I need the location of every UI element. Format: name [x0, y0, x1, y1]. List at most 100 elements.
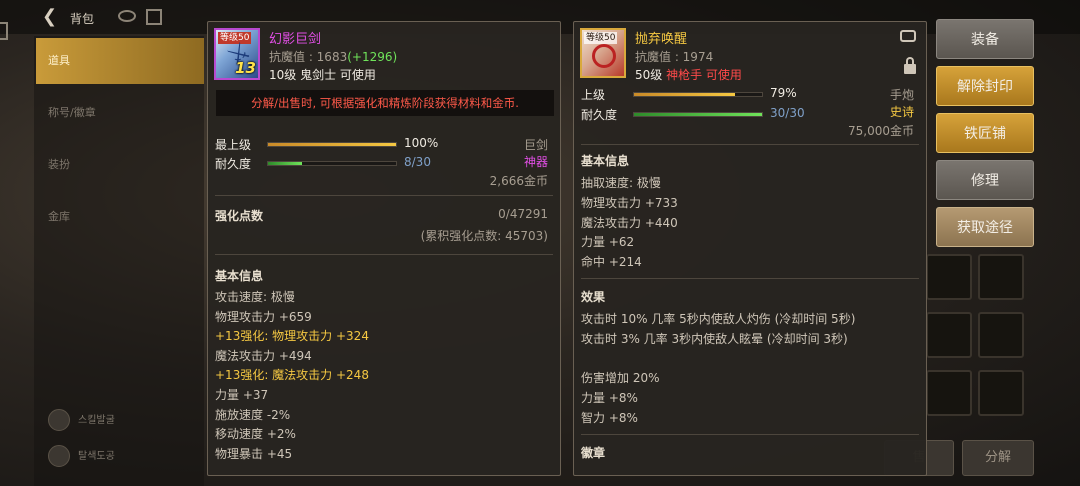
item-name: 抛弃唤醒 [635, 32, 688, 47]
effect-list: 攻击时 10% 几率 5秒内使敌人灼伤 (冷却时间 5秒) 攻击时 3% 几率 3… [581, 310, 921, 429]
sell-price: 75,000金币 [848, 124, 914, 138]
stat-list: 抽取速度: 极慢 物理攻击力 +733 魔法攻击力 +440 力量 +62 命中 +21… [581, 174, 921, 273]
stat-line: 力量 +37 [215, 387, 269, 402]
inventory-slot[interactable] [926, 254, 972, 300]
tab-titles[interactable]: 称号/徽章 [36, 90, 204, 136]
dye-button[interactable]: 탈색도공 [48, 444, 198, 470]
divider [581, 144, 919, 145]
req-class: 神枪手 可使用 [666, 68, 742, 82]
grade-label: 上级 [581, 88, 606, 102]
durability-bar-fill [268, 162, 303, 165]
skill-discover-button[interactable]: 스킬발굴 [48, 408, 198, 434]
equip-button[interactable]: 装备 [936, 19, 1034, 59]
effect-line: 智力 +8% [581, 410, 638, 425]
resist-label: 抗魔值 : 1683 [269, 50, 348, 64]
divider [215, 254, 553, 255]
divider [581, 434, 919, 435]
stat-line: 物理攻击力 +733 [581, 195, 678, 210]
stat-line: 攻击速度: 极慢 [215, 290, 295, 304]
weapon-type: 手炮 [889, 88, 914, 102]
collapse-tab[interactable] [0, 22, 8, 40]
effect-line: 攻击时 10% 几率 5秒内使敌人灼伤 (冷却时间 5秒) [581, 312, 856, 326]
sealed-icon [592, 44, 616, 68]
weapon-type: 巨剑 [523, 138, 548, 152]
basic-info-title: 基本信息 [215, 269, 264, 283]
resist-bonus: (+1296) [347, 50, 398, 64]
disassemble-label: 分解 [984, 450, 1011, 465]
lock-icon[interactable] [906, 57, 914, 64]
obtain-route-button[interactable]: 获取途径 [936, 207, 1034, 247]
grade-label: 最上级 [215, 138, 252, 152]
durability-bar-fill [634, 113, 762, 116]
dye-label: 탈색도공 [78, 451, 115, 462]
back-arrow-icon[interactable]: ❮ [42, 8, 64, 26]
item-icon-sword: 等级50 ⚔ 13 [214, 28, 260, 80]
tab-vault[interactable]: 金库 [36, 194, 204, 240]
eye-icon[interactable] [118, 10, 136, 22]
sell-price: 2,666金币 [489, 174, 548, 188]
skill-discover-label: 스킬발굴 [78, 415, 115, 426]
stat-line: 移动速度 +2% [215, 427, 296, 442]
stat-line: 施放速度 -2% [215, 407, 291, 422]
grade-bar-fill [634, 93, 736, 96]
item-level-tag: 等级50 [584, 32, 618, 44]
emblem-title: 徽章 [581, 446, 606, 460]
divider [581, 278, 919, 279]
item-icon-handcannon: 等级50 [580, 28, 626, 78]
enhance-points-label: 强化点数 [215, 209, 264, 223]
grade-percent: 79% [770, 86, 797, 100]
tab-costume[interactable]: 装扮 [36, 142, 204, 188]
disassemble-warning: 分解/出售时, 可根据强化和精炼阶段获得材料和金币. [216, 90, 554, 116]
grade-bar-fill [268, 143, 396, 146]
effect-line [581, 350, 921, 370]
durability-label: 耐久度 [215, 157, 252, 171]
basic-info-title: 基本信息 [581, 154, 630, 168]
divider [215, 195, 553, 196]
req-level: 50级 [635, 68, 663, 82]
durability-value: 8/30 [404, 155, 431, 169]
durability-label: 耐久度 [581, 108, 618, 122]
resist-value: 抗魔值 : 1974 [635, 50, 714, 64]
item-name: 幻影巨剑 [269, 32, 322, 47]
tab-items[interactable]: 道具 [36, 38, 204, 84]
bag-title: 背包 [70, 12, 95, 26]
stat-line: 魔法攻击力 +440 [581, 215, 678, 230]
stat-line: 物理攻击力 +659 [215, 309, 312, 324]
effect-line: 伤害增加 20% [581, 371, 660, 386]
stat-line: 物理暴击 +45 [215, 446, 293, 461]
usage-requirement: 50级 神枪手 可使用 [635, 66, 742, 83]
grade-bar [633, 92, 763, 97]
enhance-level-badge: 13 [235, 59, 256, 77]
effect-title: 效果 [581, 290, 606, 304]
dye-icon [48, 445, 70, 467]
stat-line: 魔法攻击力 +494 [215, 348, 312, 363]
share-link-icon[interactable] [900, 30, 916, 42]
unseal-button[interactable]: 解除封印 [936, 66, 1034, 106]
effect-line: 攻击时 3% 几率 3秒内使敌人眩晕 (冷却时间 3秒) [581, 331, 848, 346]
resist-value: 抗魔值 : 1683(+1296) [269, 48, 397, 65]
disassemble-button[interactable]: 分解 [962, 440, 1034, 476]
menu-icon[interactable] [146, 9, 162, 25]
enhance-points-total: (累积强化点数: 45703) [420, 229, 548, 243]
skill-icon [48, 409, 70, 431]
usage-requirement: 10级 鬼剑士 可使用 [269, 68, 376, 82]
lock-body-icon [904, 64, 916, 74]
inventory-slot[interactable] [926, 312, 972, 358]
stat-line: +13强化: 物理攻击力 +324 [215, 329, 369, 344]
rarity: 史诗 [889, 105, 914, 119]
grade-percent: 100% [404, 136, 439, 150]
durability-bar [633, 112, 763, 117]
item-tooltip-right: 等级50 抛弃唤醒 抗魔值 : 1974 50级 神枪手 可使用 上级 79% … [573, 21, 927, 476]
stat-line: 命中 +214 [581, 255, 642, 270]
stat-line: +13强化: 魔法攻击力 +248 [215, 368, 369, 383]
inventory-slot[interactable] [978, 254, 1024, 300]
item-tooltip-left: 等级50 ⚔ 13 幻影巨剑 抗魔值 : 1683(+1296) 10级 鬼剑士… [207, 21, 561, 476]
inventory-slot[interactable] [978, 312, 1024, 358]
blacksmith-button[interactable]: 铁匠铺 [936, 113, 1034, 153]
grade-bar [267, 142, 397, 147]
repair-button[interactable]: 修理 [936, 160, 1034, 200]
stat-line: 力量 +62 [581, 235, 635, 250]
inventory-slot[interactable] [978, 370, 1024, 416]
rarity: 神器 [523, 155, 548, 169]
inventory-slot[interactable] [926, 370, 972, 416]
